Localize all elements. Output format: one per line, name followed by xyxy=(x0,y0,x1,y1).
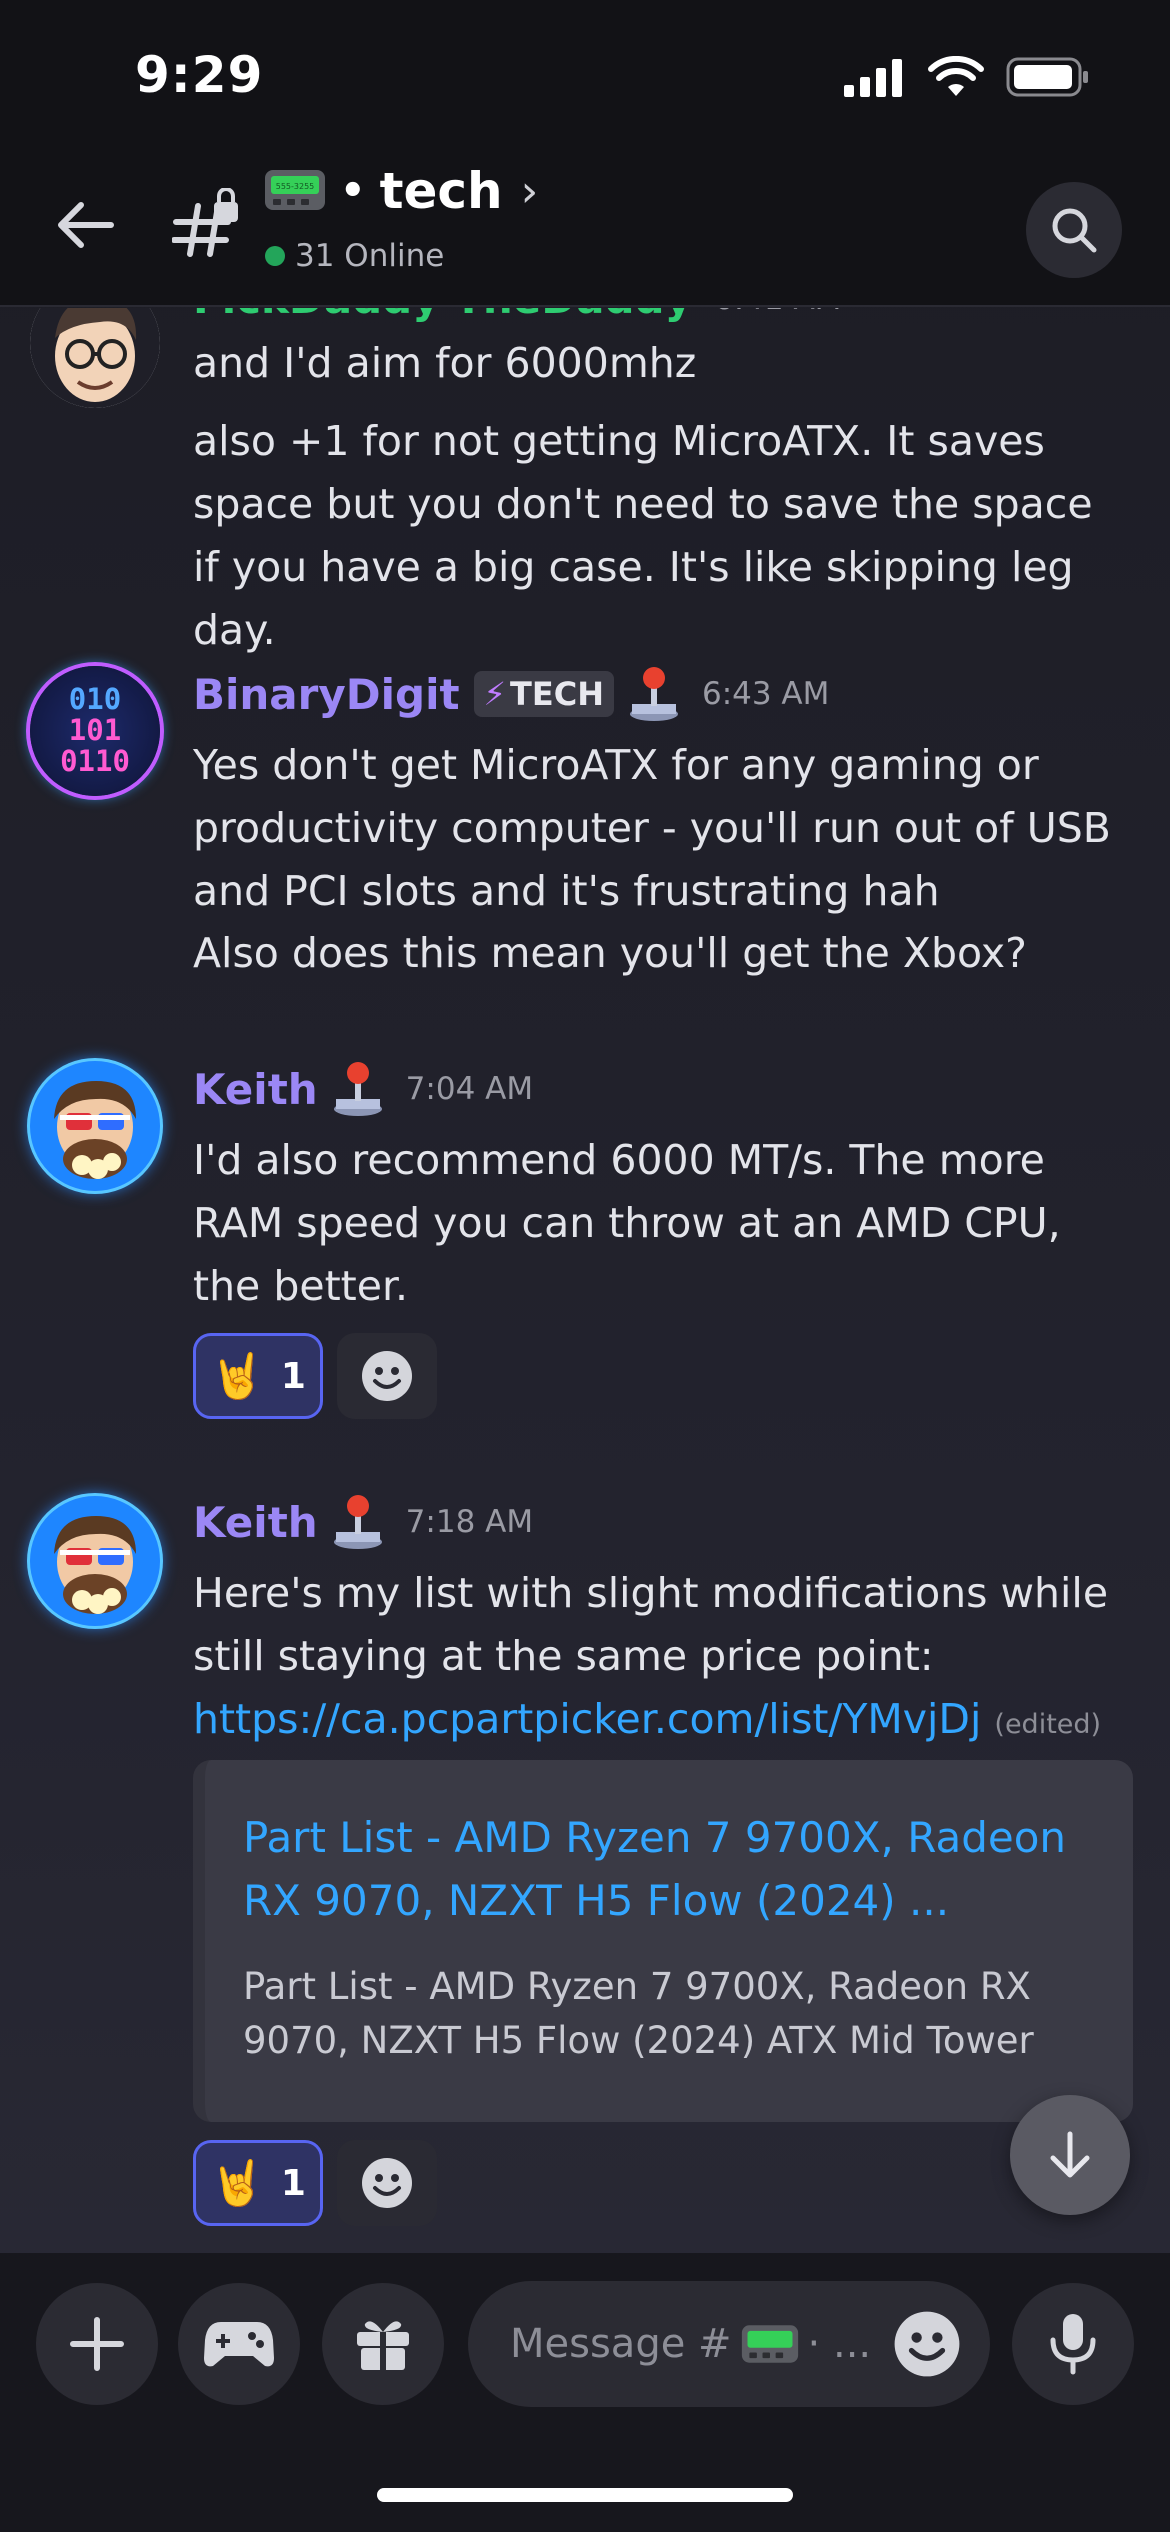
role-tag-label: TECH xyxy=(510,675,604,713)
timestamp: 7:04 AM xyxy=(405,1071,534,1107)
avatar-image xyxy=(30,1061,160,1191)
online-count: 31 Online xyxy=(295,238,445,274)
add-attachment-button[interactable] xyxy=(36,2283,158,2405)
avatar-image: 010 101 0110 xyxy=(60,682,130,778)
arrow-down-icon xyxy=(1050,2131,1090,2178)
reaction-rock-hand[interactable]: 🤘 1 xyxy=(193,1333,323,1419)
rock-hand-icon: 🤘 xyxy=(210,2158,265,2209)
reaction-rock-hand[interactable]: 🤘 1 xyxy=(193,2140,323,2226)
cellular-signal-icon xyxy=(844,59,902,97)
rock-hand-icon: 🤘 xyxy=(210,1351,265,1402)
avatar[interactable]: 010 101 0110 xyxy=(30,666,160,796)
message-text: Yes don't get MicroATX for any gaming or… xyxy=(193,741,1111,915)
status-icons xyxy=(844,56,1090,98)
message-text: I'd also recommend 6000 MT/s. The more R… xyxy=(193,1136,1061,1310)
emoji-icon xyxy=(362,2158,412,2208)
username[interactable]: FickDaddy TheDaddy xyxy=(193,308,692,323)
reaction-count: 1 xyxy=(280,2162,306,2204)
battery-icon xyxy=(1006,57,1088,97)
username[interactable]: Keith xyxy=(193,1065,318,1114)
pager-emoji-icon xyxy=(741,2325,798,2363)
message-header: FickDaddy TheDaddy 6:41 AM xyxy=(193,308,841,323)
message-text: Here's my list with slight modifications… xyxy=(193,1562,1113,1756)
edited-label: (edited) xyxy=(994,1709,1102,1740)
emoji-picker-icon[interactable] xyxy=(892,2309,962,2379)
scroll-to-bottom-button[interactable] xyxy=(1010,2095,1130,2215)
pager-emoji-text: 555-3255 xyxy=(276,182,315,191)
pager-emoji-icon: 555-3255 xyxy=(265,170,325,210)
voice-message-button[interactable] xyxy=(1012,2283,1134,2405)
title-separator: • xyxy=(340,168,366,214)
avatar[interactable] xyxy=(30,1061,160,1191)
plus-icon xyxy=(70,2317,124,2371)
hashtag-lock-icon xyxy=(172,188,238,257)
home-indicator[interactable] xyxy=(377,2488,793,2502)
online-status: 31 Online xyxy=(265,238,444,274)
status-time: 9:29 xyxy=(135,46,264,104)
gift-icon xyxy=(357,2321,409,2370)
message-input[interactable]: Message # · ... xyxy=(468,2281,990,2407)
pcpartpicker-link[interactable]: https://ca.pcpartpicker.com/list/YMvjDj xyxy=(193,1695,981,1743)
lightning-icon: ⚡ xyxy=(483,675,507,713)
link-embed[interactable]: Part List - AMD Ryzen 7 9700X, Radeon RX… xyxy=(193,1760,1133,2122)
channel-header: 555-3255 • tech › 31 Online xyxy=(0,150,1170,307)
avatar-image xyxy=(30,1496,160,1626)
username[interactable]: BinaryDigit xyxy=(193,670,460,719)
joystick-icon xyxy=(333,1495,382,1549)
search-button[interactable] xyxy=(1026,182,1122,278)
microphone-icon xyxy=(1050,2314,1096,2375)
message-text: and I'd aim for 6000mhz xyxy=(193,339,697,387)
wifi-icon xyxy=(928,56,984,96)
timestamp: 7:18 AM xyxy=(405,1504,534,1540)
chevron-right-icon: › xyxy=(520,165,539,217)
channel-name: tech xyxy=(379,162,503,220)
embed-description: Part List - AMD Ryzen 7 9700X, Radeon RX… xyxy=(243,1965,1034,2062)
role-tag: ⚡ TECH xyxy=(473,671,614,717)
avatar-image xyxy=(30,308,160,408)
message-header: BinaryDigit ⚡ TECH 6:43 AM xyxy=(193,666,829,722)
activities-button[interactable] xyxy=(178,2283,300,2405)
message-header: Keith 7:04 AM xyxy=(193,1061,533,1117)
message-list[interactable]: FickDaddy TheDaddy 6:41 AM and I'd aim f… xyxy=(0,308,1170,2253)
message-text: Also does this mean you'll get the Xbox? xyxy=(193,929,1027,977)
embed-title[interactable]: Part List - AMD Ryzen 7 9700X, Radeon RX… xyxy=(243,1806,1103,1932)
avatar[interactable] xyxy=(30,1496,160,1626)
gamepad-icon xyxy=(204,2322,274,2367)
back-arrow-icon xyxy=(58,202,114,248)
discord-channel-screen: 9:29 555-3255 • tech › 31 Online and I'd… xyxy=(0,0,1170,2532)
message-text-prefix: Here's my list with slight modifications… xyxy=(193,1569,1109,1680)
gift-button[interactable] xyxy=(322,2283,444,2405)
emoji-icon xyxy=(362,1351,412,1401)
online-dot-icon xyxy=(265,246,285,266)
add-reaction-button[interactable] xyxy=(337,2140,437,2226)
message-text: also +1 for not getting MicroATX. It sav… xyxy=(193,417,1093,654)
timestamp: 6:43 AM xyxy=(701,676,830,712)
search-icon xyxy=(1052,208,1097,253)
message-input-placeholder: Message # xyxy=(510,2321,732,2367)
message-header: Keith 7:18 AM xyxy=(193,1494,533,1550)
status-bar: 9:29 xyxy=(0,0,1170,150)
back-button[interactable] xyxy=(50,190,120,260)
reaction-count: 1 xyxy=(280,1355,306,1397)
message-input-placeholder-suffix: · ... xyxy=(807,2321,872,2367)
add-reaction-button[interactable] xyxy=(337,1333,437,1419)
joystick-icon xyxy=(333,1062,382,1116)
timestamp: 6:41 AM xyxy=(714,308,841,317)
username[interactable]: Keith xyxy=(193,1498,318,1547)
avatar[interactable] xyxy=(30,308,160,408)
joystick-icon xyxy=(629,667,678,721)
channel-title-button[interactable]: • tech › xyxy=(340,162,538,220)
